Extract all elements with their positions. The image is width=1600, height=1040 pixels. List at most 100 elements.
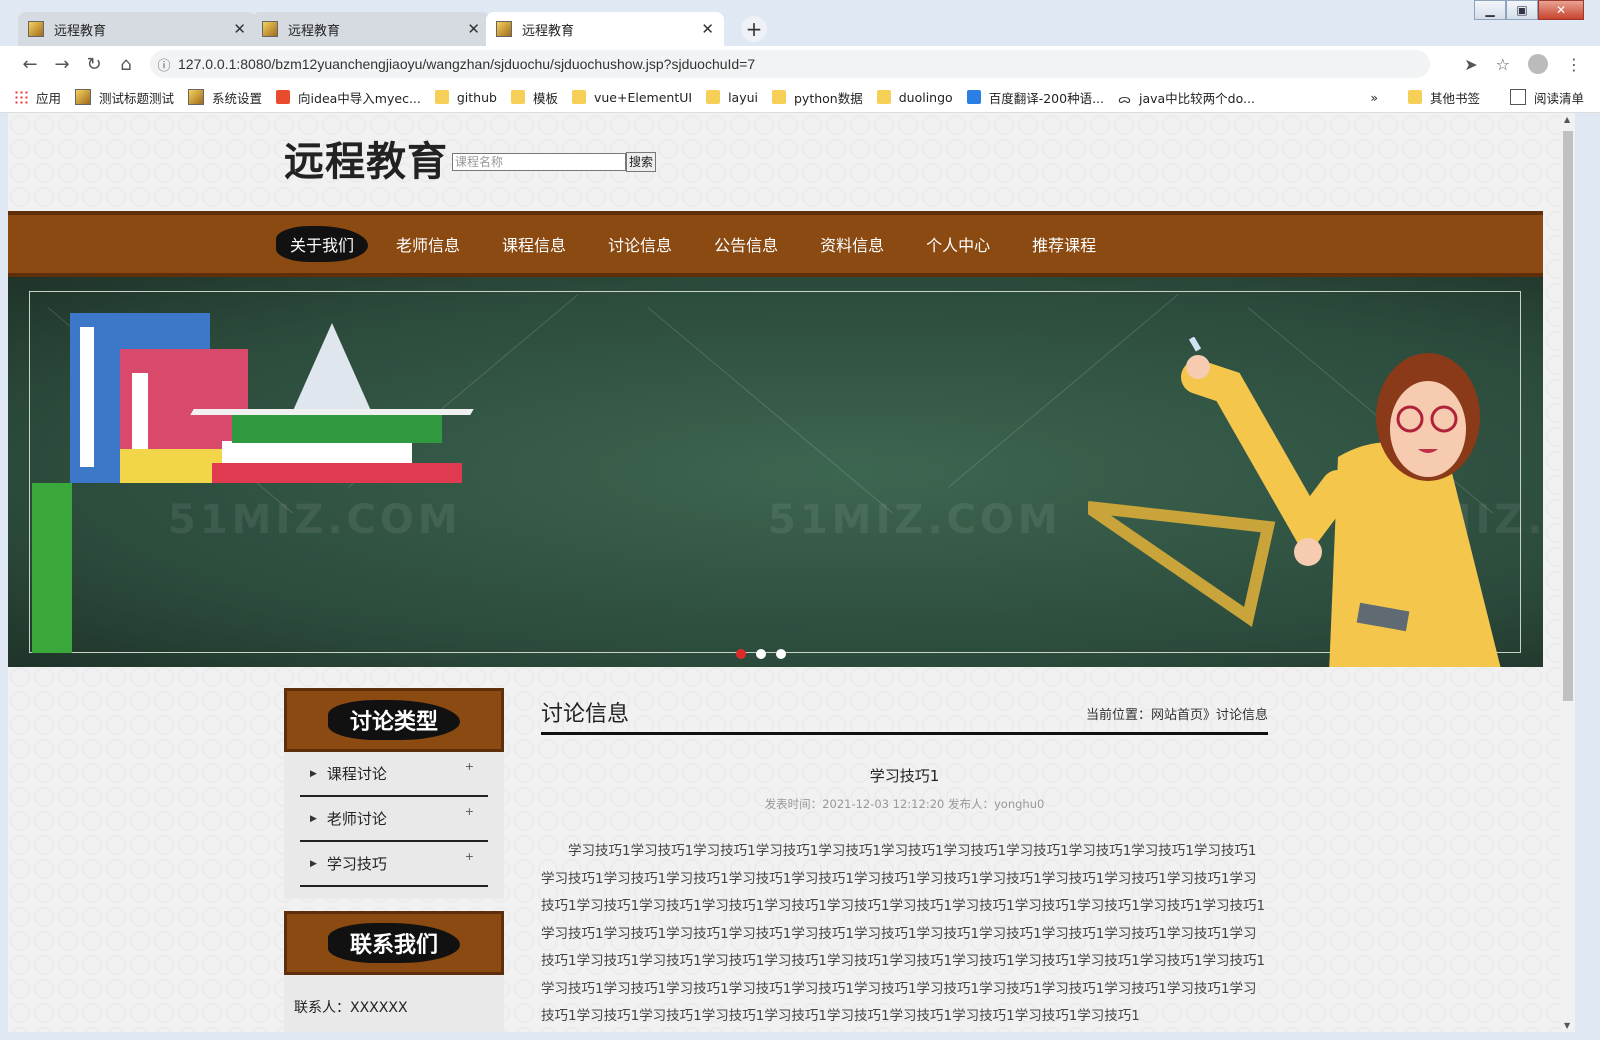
tab-title: 远程教育 xyxy=(522,23,575,39)
folder-icon xyxy=(1407,90,1422,104)
close-tab-icon[interactable]: ✕ xyxy=(467,20,480,38)
search-input[interactable]: 课程名称 xyxy=(452,153,626,171)
minimize-button[interactable]: ▁ xyxy=(1474,0,1506,20)
main-nav: 关于我们 老师信息 课程信息 讨论信息 公告信息 资料信息 个人中心 推荐课程 xyxy=(8,211,1543,277)
bookmark-item[interactable]: 应用 xyxy=(14,88,61,107)
folder-icon xyxy=(772,90,786,104)
bookmark-item[interactable]: 测试标题测试 xyxy=(75,88,174,107)
bookmark-folder[interactable]: vue+ElementUI xyxy=(571,90,692,105)
browser-tab[interactable]: 远程教育 ✕ xyxy=(252,12,490,46)
scroll-down-icon[interactable]: ▼ xyxy=(1564,1021,1570,1030)
menu-dots-icon[interactable]: ⋮ xyxy=(1566,55,1582,74)
tab-title: 远程教育 xyxy=(54,23,107,39)
breadcrumb[interactable]: 当前位置：网站首页》讨论信息 xyxy=(1086,704,1268,723)
bookmark-folder[interactable]: python数据 xyxy=(772,88,863,107)
category-header: 讨论类型 xyxy=(284,688,504,752)
folder-icon xyxy=(571,90,586,104)
image-icon xyxy=(188,89,205,105)
red-c-icon xyxy=(276,90,291,104)
caret-right-icon: ▶ xyxy=(310,858,317,869)
search-button[interactable]: 搜索 xyxy=(626,152,657,172)
nav-item-discussions[interactable]: 讨论信息 xyxy=(608,232,672,256)
article-body: 学习技巧1学习技巧1学习技巧1学习技巧1学习技巧1学习技巧1学习技巧1学习技巧1… xyxy=(541,843,1266,1024)
translate-icon xyxy=(966,90,981,104)
forward-icon[interactable]: → xyxy=(46,54,78,75)
bookmark-folder[interactable]: layui xyxy=(706,90,758,105)
star-icon[interactable]: ☆ xyxy=(1496,55,1510,74)
nav-item-teachers[interactable]: 老师信息 xyxy=(396,232,460,256)
category-item[interactable]: ▶ 学习技巧 + xyxy=(300,842,488,887)
category-item[interactable]: ▶ 课程讨论 + xyxy=(300,752,488,797)
apps-grid-icon xyxy=(14,90,28,104)
address-bar[interactable]: ⓘ 127.0.0.1:8080/bzm12yuanchengjiaoyu/wa… xyxy=(150,50,1430,78)
folder-icon xyxy=(706,90,721,104)
carousel-dot-active[interactable] xyxy=(736,649,746,659)
reload-icon[interactable]: ↻ xyxy=(78,54,110,75)
url-text[interactable]: 127.0.0.1:8080/bzm12yuanchengjiaoyu/wang… xyxy=(178,56,755,72)
carousel-dot[interactable] xyxy=(756,649,766,659)
nav-item-profile[interactable]: 个人中心 xyxy=(926,232,990,256)
bookmark-item[interactable]: ᯅ java中比较两个do... xyxy=(1118,88,1255,107)
nav-item-courses[interactable]: 课程信息 xyxy=(502,232,566,256)
carousel-dot[interactable] xyxy=(776,649,786,659)
bookmark-folder[interactable]: github xyxy=(434,90,497,105)
nav-item-about[interactable]: 关于我们 xyxy=(276,226,369,262)
bookmark-item[interactable]: 向idea中导入myec... xyxy=(276,88,421,107)
bookmarks-more-button[interactable]: » xyxy=(1370,90,1378,105)
site-logo[interactable]: 远程教育 xyxy=(284,129,448,187)
home-icon[interactable]: ⌂ xyxy=(110,54,142,75)
teacher-illustration xyxy=(1088,337,1501,667)
browser-tab[interactable]: 远程教育 ✕ xyxy=(18,12,256,46)
site-info-icon[interactable]: ⓘ xyxy=(150,55,178,74)
other-bookmarks[interactable]: 其他书签 xyxy=(1407,88,1480,107)
bookmark-folder[interactable]: duolingo xyxy=(876,90,953,105)
caret-right-icon: ▶ xyxy=(310,768,317,779)
caret-right-icon: ▶ xyxy=(310,813,317,824)
category-title: 讨论类型 xyxy=(327,700,460,740)
tab-title: 远程教育 xyxy=(288,23,341,39)
main-content: 讨论信息 当前位置：网站首页》讨论信息 学习技巧1 发表时间：2021-12-0… xyxy=(541,688,1268,1031)
close-tab-icon[interactable]: ✕ xyxy=(233,20,246,38)
bird-icon: ᯅ xyxy=(1118,92,1131,106)
bookmark-item[interactable]: 百度翻译-200种语... xyxy=(966,88,1104,107)
section-header: 讨论信息 当前位置：网站首页》讨论信息 xyxy=(541,688,1268,735)
favicon-icon xyxy=(28,21,44,37)
window-controls: ▁ ▣ ✕ xyxy=(1474,0,1584,20)
reading-list[interactable]: 阅读清单 xyxy=(1509,88,1584,107)
maximize-button[interactable]: ▣ xyxy=(1506,0,1538,20)
contact-person: 联系人：XXXXXX xyxy=(284,975,504,1032)
new-tab-button[interactable]: + xyxy=(741,16,767,42)
page-scrollbar[interactable]: ▲ ▼ xyxy=(1561,113,1575,1032)
favicon-icon xyxy=(262,21,278,37)
scroll-up-icon[interactable]: ▲ xyxy=(1564,115,1570,124)
close-tab-icon[interactable]: ✕ xyxy=(701,20,714,38)
reading-list-icon xyxy=(1509,89,1526,105)
browser-tab-active[interactable]: 远程教育 ✕ xyxy=(486,12,724,46)
sidebar: 讨论类型 ▶ 课程讨论 + ▶ 老师讨论 + ▶ 学习技巧 + 联系我们 联系人：XXXXX… xyxy=(284,688,504,1032)
section-title: 讨论信息 xyxy=(541,702,630,727)
scrollbar-thumb[interactable] xyxy=(1563,131,1573,701)
browser-window: 远程教育 ✕ 远程教育 ✕ 远程教育 ✕ + ▁ ▣ ✕ ← → ↻ ⌂ ⓘ 1… xyxy=(0,0,1600,1040)
send-icon[interactable]: ➤ xyxy=(1464,55,1477,74)
toolbar: ← → ↻ ⌂ ⓘ 127.0.0.1:8080/bzm12yuanchengj… xyxy=(0,46,1600,82)
plus-icon: + xyxy=(464,850,474,863)
hero-banner[interactable]: 51MIZ.COM 51MIZ.COM 51MIZ.COM xyxy=(8,277,1543,667)
nav-item-announcements[interactable]: 公告信息 xyxy=(714,232,778,256)
back-icon[interactable]: ← xyxy=(14,54,46,75)
image-icon xyxy=(75,89,92,105)
bookmark-folder[interactable]: 模板 xyxy=(510,88,558,107)
bookmark-item[interactable]: 系统设置 xyxy=(188,88,262,107)
web-page: 远程教育 课程名称 搜索 关于我们 老师信息 课程信息 讨论信息 公告信息 资料… xyxy=(8,113,1575,1032)
nav-item-recommended[interactable]: 推荐课程 xyxy=(1032,232,1096,256)
plus-icon: + xyxy=(464,805,474,818)
article-title: 学习技巧1 xyxy=(869,767,940,785)
nav-item-materials[interactable]: 资料信息 xyxy=(820,232,884,256)
category-item[interactable]: ▶ 老师讨论 + xyxy=(300,797,488,842)
folder-icon xyxy=(876,90,891,104)
favicon-icon xyxy=(496,21,512,37)
article-meta: 发表时间：2021-12-03 12:12:20 发布人：yonghu0 xyxy=(764,797,1045,811)
carousel-dots xyxy=(736,649,786,659)
close-window-button[interactable]: ✕ xyxy=(1538,0,1584,20)
folder-icon xyxy=(510,90,525,104)
profile-avatar[interactable] xyxy=(1528,54,1548,74)
